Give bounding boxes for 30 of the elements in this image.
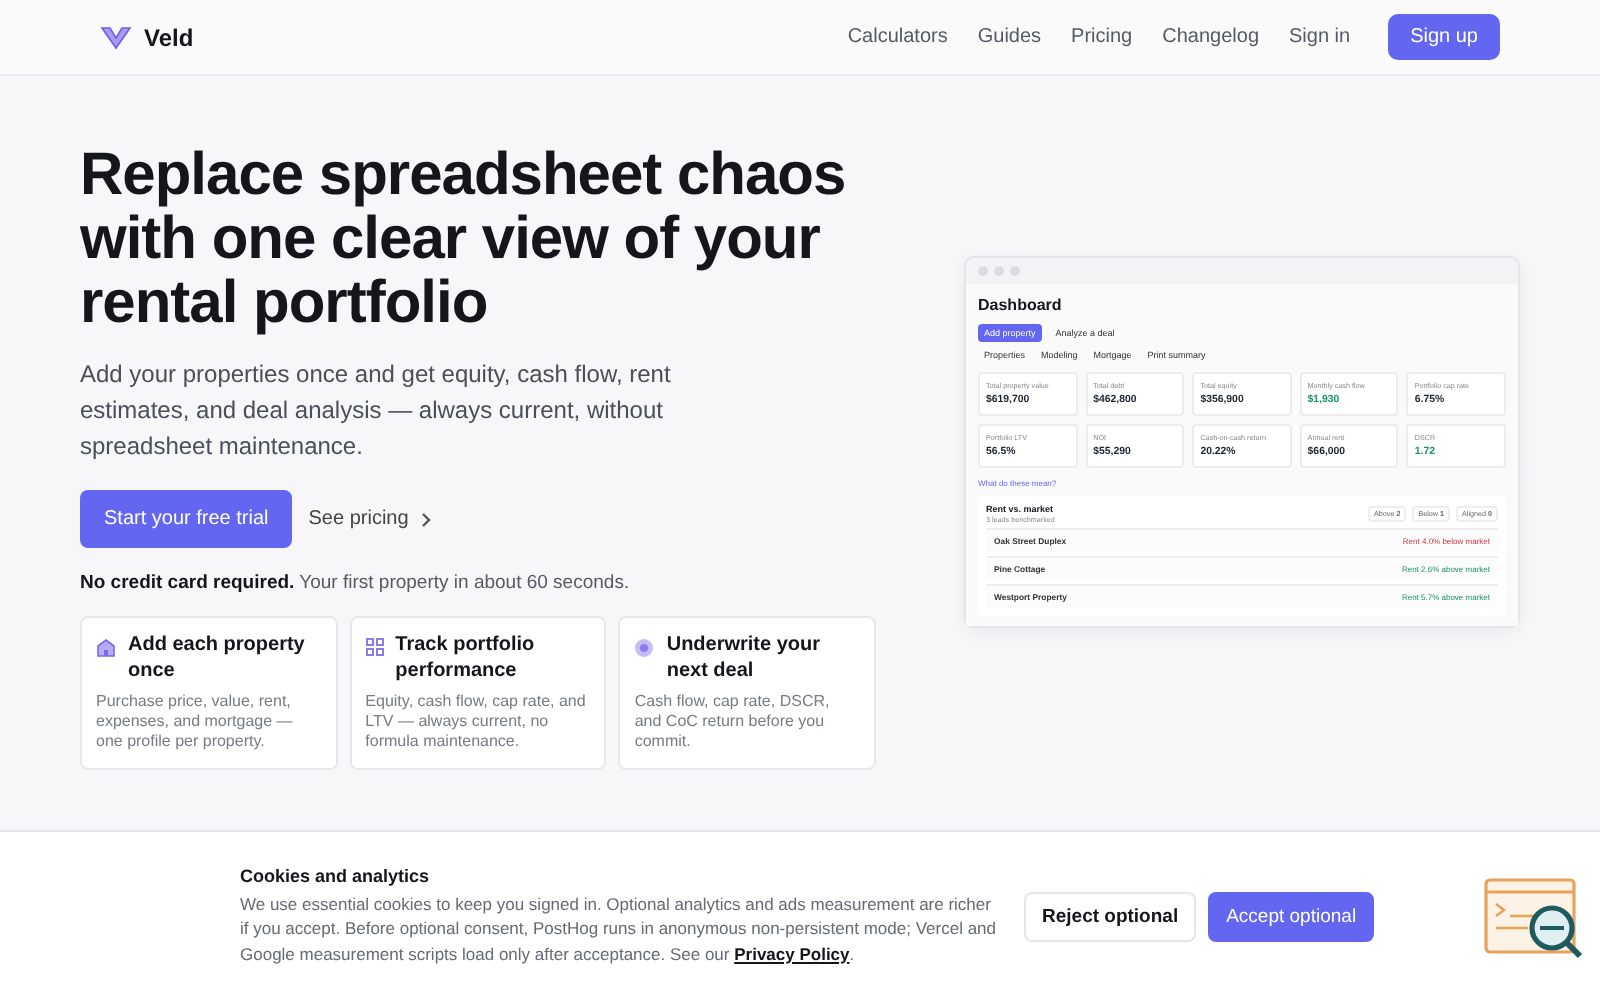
- browser-search-icon: [1484, 872, 1584, 960]
- cookie-text: We use essential cookies to keep you signed in. Optional analytics and ads measurement are richer if you accept. Before optional consent, PostHog runs in anonymous non-persistent mode; Vercel and Google measurement scripts load only after acceptance. See our Privacy Policy.: [240, 891, 999, 967]
- nav-link[interactable]: Sign in: [1289, 26, 1351, 48]
- nav-link[interactable]: Calculators: [847, 26, 948, 48]
- feature-description: Cash flow, cap rate, DSCR, and CoC return before you commit.: [634, 692, 832, 752]
- see-pricing-link[interactable]: See pricing: [308, 508, 433, 530]
- hero-subtitle: Add your properties once and get equity, cash flow, rent estimates, and deal analysis — always current, without spreadsheet maintenance.: [80, 358, 673, 464]
- accept-button[interactable]: Accept optional: [1208, 891, 1375, 941]
- nav-link[interactable]: Changelog: [1162, 26, 1259, 48]
- privacy-link[interactable]: Privacy Policy: [734, 943, 850, 964]
- trial-note: No credit card required. Your first property in about 60 seconds.: [80, 572, 632, 594]
- feature-title: Add each property once: [128, 632, 307, 684]
- nav-link[interactable]: Pricing: [1071, 26, 1133, 48]
- house-icon: [96, 638, 116, 658]
- feature-title: Track portfolio performance: [395, 632, 537, 684]
- dashboard-title: Dashboard: [978, 296, 1064, 314]
- feature-title: Underwrite your next deal: [666, 632, 823, 684]
- start-trial-button[interactable]: Start your free trial: [80, 490, 293, 548]
- chevron-icon: [420, 511, 433, 527]
- sign-up-button[interactable]: Sign up: [1388, 14, 1500, 60]
- logo-icon: [100, 25, 132, 49]
- brand-name: Veld: [144, 23, 194, 51]
- grid-icon: [365, 638, 384, 656]
- cookie-title: Cookies and analytics: [240, 865, 432, 886]
- reject-button[interactable]: Reject optional: [1024, 891, 1197, 941]
- target-icon: [634, 638, 655, 658]
- feature-description: Purchase price, value, rent, expenses, and mortgage — one profile per property.: [96, 692, 295, 752]
- hero-heading: Replace spreadsheet chaos with one clear view of your rental portfolio: [80, 144, 848, 336]
- nav-link[interactable]: Guides: [977, 26, 1042, 48]
- feature-description: Equity, cash flow, cap rate, and LTV — always current, no formula maintenance.: [365, 692, 588, 752]
